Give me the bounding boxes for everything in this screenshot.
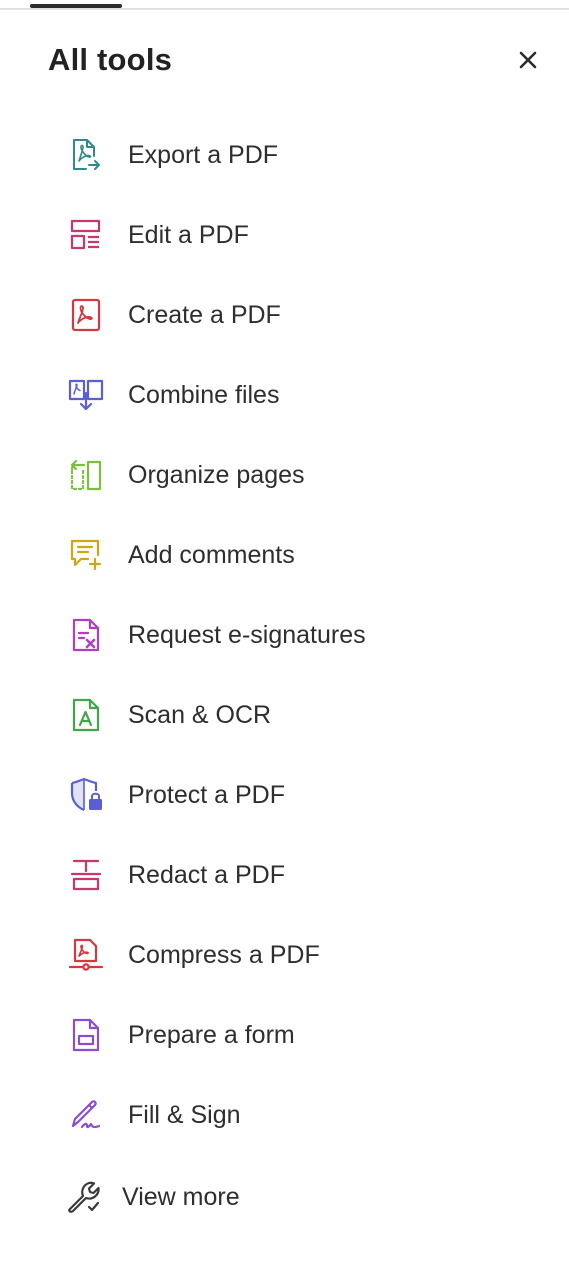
prepare-form-icon <box>68 1017 104 1053</box>
tool-item-create-pdf[interactable]: Create a PDF <box>0 275 569 355</box>
tool-item-redact-pdf[interactable]: Redact a PDF <box>0 835 569 915</box>
tool-item-compress-pdf[interactable]: Compress a PDF <box>0 915 569 995</box>
tool-label: Redact a PDF <box>128 861 286 889</box>
top-divider <box>0 8 569 10</box>
organize-pages-icon <box>68 457 104 493</box>
tool-item-prepare-form[interactable]: Prepare a form <box>0 995 569 1075</box>
tool-label: Create a PDF <box>128 301 281 329</box>
redact-pdf-icon <box>68 857 104 893</box>
export-pdf-icon <box>68 137 104 173</box>
close-icon <box>519 51 537 69</box>
tool-item-protect-pdf[interactable]: Protect a PDF <box>0 755 569 835</box>
wrench-icon <box>66 1179 102 1215</box>
tool-item-scan-ocr[interactable]: Scan & OCR <box>0 675 569 755</box>
compress-pdf-icon <box>68 937 104 973</box>
panel-title: All tools <box>48 42 173 77</box>
tool-label: Request e-signatures <box>128 621 366 649</box>
combine-files-icon <box>68 377 104 413</box>
tool-item-organize-pages[interactable]: Organize pages <box>0 435 569 515</box>
scan-ocr-icon <box>68 697 104 733</box>
add-comments-icon <box>68 537 104 573</box>
tool-item-add-comments[interactable]: Add comments <box>0 515 569 595</box>
tool-label: Export a PDF <box>128 141 279 169</box>
tool-label: Organize pages <box>128 461 305 489</box>
active-tab-indicator <box>30 4 122 8</box>
view-more-label: View more <box>122 1183 240 1211</box>
tool-list: Export a PDF Edit a PDF Create a PDF Com… <box>0 115 569 1155</box>
tool-label: Combine files <box>128 381 280 409</box>
tool-item-edit-pdf[interactable]: Edit a PDF <box>0 195 569 275</box>
edit-pdf-icon <box>68 217 104 253</box>
tool-label: Fill & Sign <box>128 1101 241 1129</box>
tool-label: Compress a PDF <box>128 941 320 969</box>
tool-label: Protect a PDF <box>128 781 285 809</box>
tool-item-combine-files[interactable]: Combine files <box>0 355 569 435</box>
tool-label: Edit a PDF <box>128 221 249 249</box>
create-pdf-icon <box>68 297 104 333</box>
request-esignatures-icon <box>68 617 104 653</box>
tool-label: Add comments <box>128 541 295 569</box>
tool-item-fill-sign[interactable]: Fill & Sign <box>0 1075 569 1155</box>
fill-sign-icon <box>68 1097 104 1133</box>
tool-label: Prepare a form <box>128 1021 295 1049</box>
tool-label: Scan & OCR <box>128 701 272 729</box>
view-more-link[interactable]: View more <box>0 1157 569 1237</box>
tool-item-export-pdf[interactable]: Export a PDF <box>0 115 569 195</box>
protect-pdf-icon <box>68 777 104 813</box>
tool-item-request-esignatures[interactable]: Request e-signatures <box>0 595 569 675</box>
close-button[interactable] <box>512 44 544 76</box>
all-tools-panel: All tools Export a PDF Edit a PDF Create… <box>0 0 569 1261</box>
